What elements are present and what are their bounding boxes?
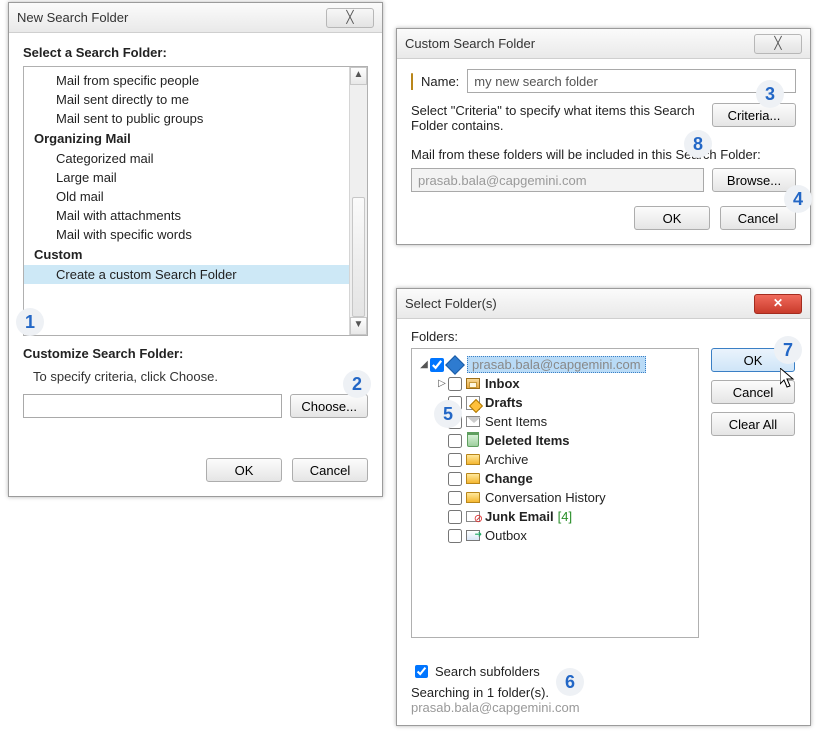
- folder-checkbox[interactable]: [448, 510, 462, 524]
- inbox-icon: [465, 376, 481, 392]
- list-item[interactable]: Mail with specific words: [24, 225, 367, 244]
- list-header: Custom: [24, 244, 367, 265]
- collapse-icon[interactable]: ◢: [418, 359, 430, 370]
- search-subfolders-label: Search subfolders: [435, 664, 540, 679]
- folder-label: Junk Email: [485, 509, 554, 524]
- list-item[interactable]: Mail sent directly to me: [24, 90, 367, 109]
- folder-label: Change: [485, 471, 533, 486]
- list-item[interactable]: Mail with attachments: [24, 206, 367, 225]
- root-checkbox[interactable]: [430, 358, 444, 372]
- tree-item-conversation-history[interactable]: Conversation History: [436, 488, 692, 507]
- outbox-icon: [465, 528, 481, 544]
- cancel-button[interactable]: Cancel: [711, 380, 795, 404]
- folder-checkbox[interactable]: [448, 434, 462, 448]
- folder-icon: [465, 452, 481, 468]
- clear-all-button[interactable]: Clear All: [711, 412, 795, 436]
- sent-icon: [465, 414, 481, 430]
- folder-checkbox[interactable]: [448, 491, 462, 505]
- mail-path-input: [411, 168, 704, 192]
- trash-icon: [465, 433, 481, 449]
- folder-icon: [465, 490, 481, 506]
- folder-label: Sent Items: [485, 414, 547, 429]
- folder-label: Deleted Items: [485, 433, 570, 448]
- ok-button[interactable]: OK: [711, 348, 795, 372]
- customize-description: To specify criteria, click Choose.: [33, 369, 368, 384]
- close-button[interactable]: ╳: [754, 34, 802, 54]
- junk-icon: [465, 509, 481, 525]
- scroll-thumb[interactable]: [352, 197, 365, 317]
- criteria-instruction: Select "Criteria" to specify what items …: [411, 103, 702, 133]
- titlebar: Custom Search Folder ╳: [397, 29, 810, 59]
- tree-item-archive[interactable]: Archive: [436, 450, 692, 469]
- titlebar: New Search Folder ╳: [9, 3, 382, 33]
- select-search-folder-label: Select a Search Folder:: [23, 45, 368, 60]
- tree-item-outbox[interactable]: Outbox: [436, 526, 692, 545]
- cancel-button[interactable]: Cancel: [720, 206, 796, 230]
- search-subfolders-checkbox[interactable]: [415, 665, 428, 678]
- searching-in-label: Searching in 1 folder(s).: [411, 685, 796, 700]
- folder-tree[interactable]: ◢ prasab.bala@capgemini.com ▷ Inbox: [411, 348, 699, 638]
- folder-icon: [411, 74, 413, 89]
- dialog-title: New Search Folder: [17, 10, 326, 25]
- folder-icon: [465, 471, 481, 487]
- folder-checkbox[interactable]: [448, 453, 462, 467]
- folder-checkbox[interactable]: [448, 396, 462, 410]
- close-button[interactable]: ╳: [326, 8, 374, 28]
- folder-checkbox[interactable]: [448, 472, 462, 486]
- expand-icon[interactable]: ▷: [436, 378, 448, 389]
- choose-button[interactable]: Choose...: [290, 394, 368, 418]
- list-item[interactable]: Mail from specific people: [24, 71, 367, 90]
- junk-count: [4]: [558, 509, 572, 524]
- titlebar: Select Folder(s) ✕: [397, 289, 810, 319]
- search-folder-listbox[interactable]: Mail from specific peopleMail sent direc…: [23, 66, 368, 336]
- list-item[interactable]: Old mail: [24, 187, 367, 206]
- tree-item-drafts[interactable]: Drafts: [436, 393, 692, 412]
- folder-label: Archive: [485, 452, 528, 467]
- searching-path: prasab.bala@capgemini.com: [411, 700, 796, 715]
- drafts-icon: [465, 395, 481, 411]
- folder-label: Outbox: [485, 528, 527, 543]
- tree-item-sent[interactable]: Sent Items: [436, 412, 692, 431]
- close-button[interactable]: ✕: [754, 294, 802, 314]
- criteria-button[interactable]: Criteria...: [712, 103, 796, 127]
- name-input[interactable]: [467, 69, 796, 93]
- scroll-down-icon[interactable]: ▼: [350, 317, 367, 335]
- folder-checkbox[interactable]: [448, 529, 462, 543]
- browse-button[interactable]: Browse...: [712, 168, 796, 192]
- name-label: Name:: [421, 74, 459, 89]
- folder-label: Conversation History: [485, 490, 606, 505]
- mail-from-label: Mail from these folders will be included…: [411, 147, 796, 162]
- list-item[interactable]: Categorized mail: [24, 149, 367, 168]
- folder-label: Inbox: [485, 376, 520, 391]
- scroll-up-icon[interactable]: ▲: [350, 67, 367, 85]
- search-subfolders-row[interactable]: Search subfolders: [411, 662, 796, 681]
- dialog-title: Select Folder(s): [405, 296, 754, 311]
- tree-root[interactable]: ◢ prasab.bala@capgemini.com: [418, 355, 692, 374]
- dialog-title: Custom Search Folder: [405, 36, 754, 51]
- tree-item-inbox[interactable]: ▷ Inbox: [436, 374, 692, 393]
- scrollbar[interactable]: ▲ ▼: [349, 67, 367, 335]
- cancel-button[interactable]: Cancel: [292, 458, 368, 482]
- folders-label: Folders:: [411, 329, 796, 344]
- tree-item-deleted[interactable]: Deleted Items: [436, 431, 692, 450]
- tree-item-change[interactable]: Change: [436, 469, 692, 488]
- list-item[interactable]: Mail sent to public groups: [24, 109, 367, 128]
- ok-button[interactable]: OK: [206, 458, 282, 482]
- custom-search-folder-dialog: Custom Search Folder ╳ Name: Select "Cri…: [396, 28, 811, 245]
- ok-button[interactable]: OK: [634, 206, 710, 230]
- tree-item-junk[interactable]: Junk Email [4]: [436, 507, 692, 526]
- customize-input[interactable]: [23, 394, 282, 418]
- root-label[interactable]: prasab.bala@capgemini.com: [467, 356, 646, 373]
- customize-search-folder-label: Customize Search Folder:: [23, 346, 368, 361]
- folder-checkbox[interactable]: [448, 415, 462, 429]
- folder-label: Drafts: [485, 395, 523, 410]
- outlook-icon: [447, 357, 463, 373]
- select-folders-dialog: Select Folder(s) ✕ Folders: ◢ prasab.bal…: [396, 288, 811, 726]
- folder-checkbox[interactable]: [448, 377, 462, 391]
- list-item[interactable]: Large mail: [24, 168, 367, 187]
- list-item[interactable]: Create a custom Search Folder: [24, 265, 367, 284]
- list-header: Organizing Mail: [24, 128, 367, 149]
- new-search-folder-dialog: New Search Folder ╳ Select a Search Fold…: [8, 2, 383, 497]
